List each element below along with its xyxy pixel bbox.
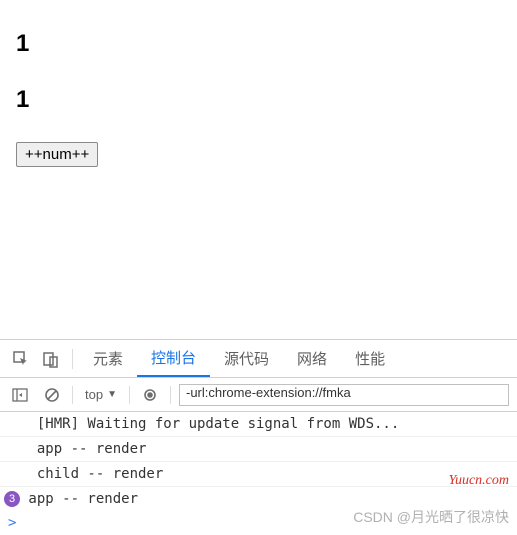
increment-button[interactable]: ++num++ — [16, 142, 98, 167]
app-page: 1 1 ++num++ — [0, 0, 517, 179]
device-toggle-icon[interactable] — [36, 340, 66, 378]
tab-list: 元素 控制台 源代码 网络 性能 — [79, 340, 399, 377]
devtools-panel: 元素 控制台 源代码 网络 性能 top ▼ - — [0, 339, 517, 535]
num-display-2: 1 — [16, 86, 501, 114]
log-row[interactable]: [HMR] Waiting for update signal from WDS… — [0, 412, 517, 437]
separator — [72, 349, 73, 369]
live-expression-icon[interactable] — [138, 383, 162, 407]
tab-performance[interactable]: 性能 — [341, 340, 399, 377]
context-label: top — [85, 387, 103, 402]
separator — [129, 386, 130, 404]
num-display-1: 1 — [16, 30, 501, 58]
separator — [170, 386, 171, 404]
context-selector[interactable]: top ▼ — [81, 387, 121, 402]
tab-console[interactable]: 控制台 — [137, 340, 210, 377]
console-toolbar: top ▼ -url:chrome-extension://fmka — [0, 378, 517, 412]
chevron-down-icon: ▼ — [107, 389, 117, 400]
log-text: app -- render — [20, 491, 138, 507]
clear-console-icon[interactable] — [40, 383, 64, 407]
tab-network[interactable]: 网络 — [283, 340, 341, 377]
filter-input[interactable]: -url:chrome-extension://fmka — [179, 384, 509, 406]
log-row[interactable]: app -- render — [0, 437, 517, 462]
count-badge: 3 — [4, 491, 20, 507]
sidebar-toggle-icon[interactable] — [8, 383, 32, 407]
tab-sources[interactable]: 源代码 — [210, 340, 283, 377]
separator — [72, 386, 73, 404]
inspect-icon[interactable] — [6, 340, 36, 378]
log-row[interactable]: child -- render — [0, 462, 517, 487]
tab-elements[interactable]: 元素 — [79, 340, 137, 377]
watermark: CSDN @月光晒了很凉快 — [353, 507, 509, 527]
devtools-tabbar: 元素 控制台 源代码 网络 性能 — [0, 340, 517, 378]
watermark: Yuucn.com — [448, 473, 509, 489]
